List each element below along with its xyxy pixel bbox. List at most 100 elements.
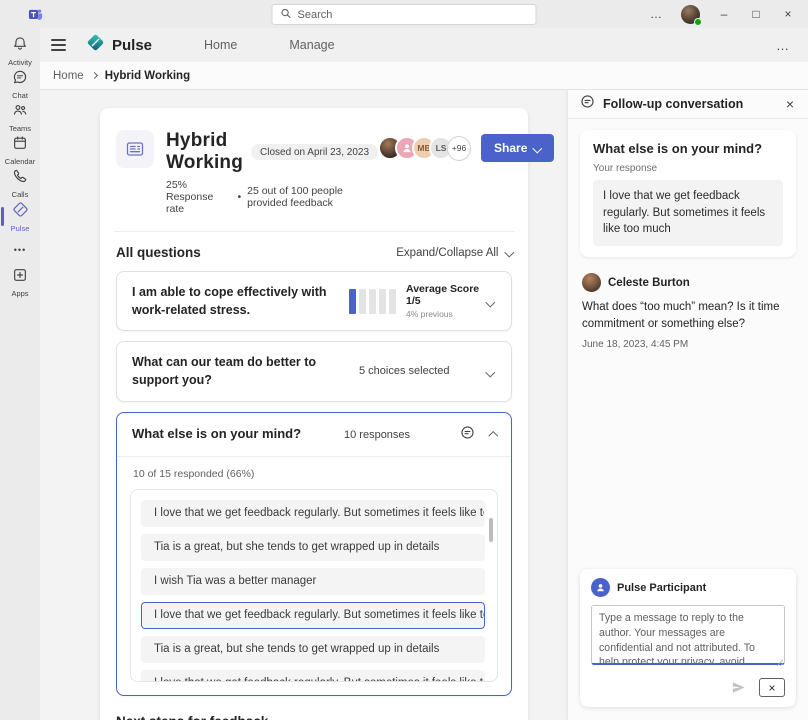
- breadcrumb: Home Hybrid Working: [40, 62, 808, 90]
- pulse-logo-icon: [86, 33, 105, 57]
- avatar: [582, 273, 601, 292]
- panel-title: Follow-up conversation: [603, 97, 776, 111]
- minimize-button[interactable]: –: [710, 0, 738, 28]
- question-text: I am able to cope effectively with work-…: [132, 283, 344, 319]
- app-rail: Activity Chat Teams Calendar Calls Pulse: [0, 28, 40, 720]
- your-response-label: Your response: [593, 163, 783, 174]
- avatar-group[interactable]: MB LS +96: [378, 136, 471, 161]
- titlebar-more-button[interactable]: …: [642, 7, 671, 21]
- people-icon: [12, 102, 28, 123]
- send-button[interactable]: [725, 678, 751, 697]
- pulse-icon: [12, 201, 29, 223]
- app-title: Pulse: [112, 37, 152, 54]
- reply-input[interactable]: [591, 605, 785, 665]
- panel-question: What else is on your mind?: [593, 141, 783, 156]
- responses-list: I love that we get feedback regularly. B…: [130, 489, 498, 682]
- share-button[interactable]: Share: [481, 134, 554, 162]
- message-author: Celeste Burton: [608, 277, 690, 289]
- search-bar[interactable]: [272, 4, 537, 25]
- dismiss-button[interactable]: ×: [759, 678, 785, 697]
- app-header-more-button[interactable]: …: [776, 38, 790, 53]
- phone-icon: [12, 168, 28, 189]
- rail-label: Pulse: [11, 224, 30, 233]
- rail-item-teams[interactable]: Teams: [0, 101, 40, 134]
- all-questions-row: All questions Expand/Collapse All: [116, 245, 512, 260]
- conversation-bubble-icon: [580, 94, 595, 114]
- chevron-down-icon[interactable]: [487, 362, 497, 380]
- titlebar: … – □ ×: [0, 0, 808, 28]
- rail-item-activity[interactable]: Activity: [0, 35, 40, 68]
- reply-card: Pulse Participant ×: [580, 569, 796, 707]
- search-icon: [281, 6, 292, 24]
- bell-icon: [12, 36, 28, 57]
- question-card-support[interactable]: What can our team do better to support y…: [116, 341, 512, 401]
- scrollbar-thumb[interactable]: [489, 518, 493, 542]
- score-bar-chart: [349, 289, 396, 314]
- chevron-down-icon[interactable]: [487, 292, 497, 310]
- survey-header: Hybrid Working Closed on April 23, 2023 …: [116, 130, 512, 215]
- search-input[interactable]: [298, 9, 528, 21]
- more-dots-icon: •••: [14, 239, 26, 261]
- dot-separator: •: [237, 191, 241, 203]
- question-card-stress[interactable]: I am able to cope effectively with work-…: [116, 271, 512, 331]
- survey-card: Hybrid Working Closed on April 23, 2023 …: [100, 108, 528, 720]
- apps-icon: [12, 267, 28, 288]
- question-body: 10 of 15 responded (66%) I love that we …: [117, 457, 511, 695]
- rail-item-chat[interactable]: Chat: [0, 68, 40, 101]
- feedback-bubble-icon[interactable]: [460, 425, 475, 445]
- pulse-brand: Pulse: [86, 33, 152, 57]
- panel-close-icon[interactable]: ×: [784, 96, 796, 112]
- rail-item-calls[interactable]: Calls: [0, 167, 40, 200]
- your-response-card: What else is on your mind? Your response…: [580, 130, 796, 257]
- conversation-message: Celeste Burton What does “too much” mean…: [582, 273, 794, 350]
- response-item-selected[interactable]: I love that we get feedback regularly. B…: [141, 602, 485, 629]
- survey-header-right: MB LS +96 Share: [378, 130, 554, 162]
- maximize-button[interactable]: □: [742, 0, 770, 28]
- response-item[interactable]: I wish Tia was a better manager: [141, 568, 485, 595]
- survey-stats: 25% Response rate • 25 out of 100 people…: [166, 179, 378, 215]
- rail-item-apps[interactable]: Apps: [0, 266, 40, 299]
- response-item[interactable]: Tia is a great, but she tends to get wra…: [141, 534, 485, 561]
- breadcrumb-home-link[interactable]: Home: [53, 70, 84, 82]
- breadcrumb-current: Hybrid Working: [105, 70, 190, 82]
- response-item[interactable]: Tia is a great, but she tends to get wra…: [141, 636, 485, 663]
- response-item[interactable]: I love that we get feedback regularly. B…: [141, 670, 485, 682]
- tab-manage[interactable]: Manage: [289, 38, 334, 52]
- tab-home[interactable]: Home: [204, 38, 237, 52]
- rail-label: Calls: [12, 190, 29, 199]
- calendar-icon: [12, 135, 28, 156]
- survey-form-icon: [116, 130, 154, 168]
- followup-panel: Follow-up conversation × What else is on…: [568, 90, 808, 720]
- score-block: Average Score 1/5 4% previous: [406, 283, 487, 319]
- survey-title: Hybrid Working: [166, 130, 243, 174]
- main-column: Pulse Home Manage … Home Hybrid Working: [40, 28, 808, 720]
- user-avatar[interactable]: [681, 5, 700, 24]
- expand-collapse-all-button[interactable]: Expand/Collapse All: [396, 247, 512, 259]
- previous-score-label: 4% previous: [406, 309, 487, 319]
- question-header[interactable]: What else is on your mind? 10 responses: [117, 413, 511, 456]
- teams-logo-icon: [28, 7, 43, 22]
- rail-item-pulse[interactable]: Pulse: [0, 200, 40, 233]
- close-button[interactable]: ×: [774, 0, 802, 28]
- rail-item-more[interactable]: •••: [0, 233, 40, 266]
- teams-window: … – □ × Activity Chat Teams Calendar: [0, 0, 808, 720]
- resize-handle[interactable]: [776, 659, 783, 666]
- question-card-open-mind: What else is on your mind? 10 responses …: [116, 412, 512, 696]
- response-item[interactable]: I love that we get feedback regularly. B…: [141, 500, 485, 527]
- your-response-text: I love that we get feedback regularly. B…: [593, 180, 783, 246]
- hamburger-menu-icon[interactable]: [40, 39, 76, 50]
- share-button-label: Share: [494, 141, 527, 155]
- chevron-right-icon: [91, 72, 98, 79]
- pulse-participant-avatar-icon: [591, 578, 610, 597]
- chevron-up-icon[interactable]: [488, 432, 497, 441]
- responded-count: 10 of 15 responded (66%): [133, 468, 498, 480]
- message-timestamp: June 18, 2023, 4:45 PM: [582, 339, 794, 350]
- rail-label: Activity: [8, 58, 32, 67]
- rail-label: Calendar: [5, 157, 35, 166]
- response-rate: 25% Response rate: [166, 179, 231, 215]
- rail-item-calendar[interactable]: Calendar: [0, 134, 40, 167]
- chevron-down-icon: [504, 248, 513, 257]
- divider: [114, 231, 514, 232]
- expand-collapse-label: Expand/Collapse All: [396, 247, 498, 259]
- rail-label: Apps: [11, 289, 28, 298]
